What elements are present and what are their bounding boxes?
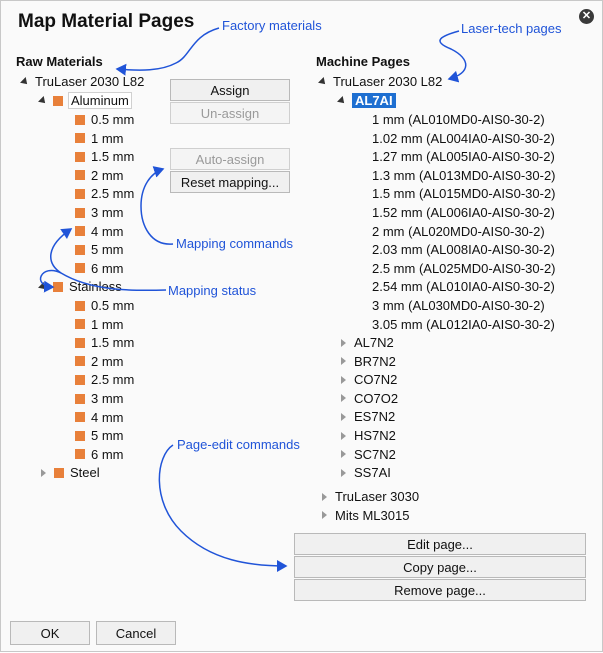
annotation-arrows <box>39 27 467 572</box>
map-material-pages-dialog: Map Material Pages ✕ Raw Materials Machi… <box>0 0 603 652</box>
arrow-factory <box>115 27 220 76</box>
arrow-mapping-status-2 <box>39 269 62 293</box>
arrow-mapping-commands <box>140 166 174 245</box>
arrow-mapping-status-1 <box>50 228 167 292</box>
arrow-laser-tech <box>439 30 467 83</box>
arrow-page-edit <box>158 444 288 572</box>
